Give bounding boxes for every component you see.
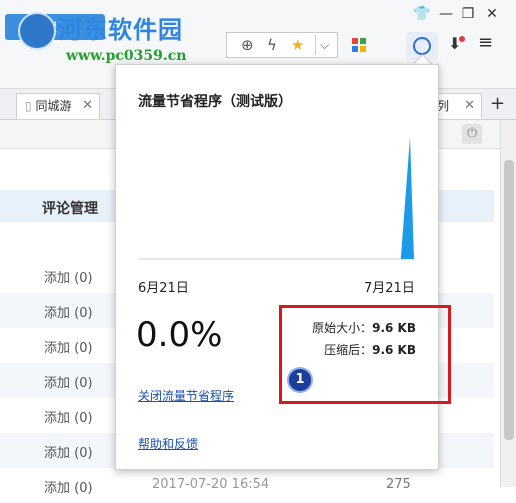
address-divider	[315, 35, 316, 55]
annotation-badge: 1	[289, 369, 311, 391]
column-header-label: 评论管理	[42, 201, 98, 217]
tab-tongchengyou[interactable]: ▯ 同城游 ✕	[16, 93, 100, 119]
table-row: 添加 (0) 2017-07-20 16:54 275	[0, 468, 494, 503]
power-icon[interactable]: ⏻	[462, 124, 482, 144]
apps-icon[interactable]	[352, 38, 366, 52]
data-saver-popup: 流量节省程序（测试版） 6月21日 7月21日 0.0% 原始大小：9.6 KB…	[115, 64, 439, 470]
tab-close-icon[interactable]: ✕	[82, 94, 93, 118]
chart-area-series	[318, 137, 414, 259]
scrollbar[interactable]	[500, 120, 516, 487]
menu-icon[interactable]: ≡	[478, 32, 493, 53]
watermark-logo	[18, 12, 56, 50]
chart-end-date: 7月21日	[364, 281, 415, 296]
usage-chart	[138, 137, 414, 260]
row-date: 2017-07-20 16:54	[152, 477, 270, 492]
add-comment-link[interactable]: 添加 (0)	[44, 407, 93, 426]
add-comment-link[interactable]: 添加 (0)	[44, 267, 93, 286]
chart-start-date: 6月21日	[138, 281, 189, 296]
notification-dot	[459, 36, 465, 42]
add-comment-link[interactable]: 添加 (0)	[44, 372, 93, 391]
add-comment-link[interactable]: 添加 (0)	[44, 302, 93, 321]
traffic-saver-ring	[413, 37, 431, 55]
dropdown-icon[interactable]: ⌵	[320, 38, 329, 53]
watermark-title: 河东软件园	[58, 16, 183, 44]
close-icon[interactable]: ✕	[482, 6, 502, 22]
tab-close-icon[interactable]: ✕	[464, 94, 475, 118]
minimize-icon[interactable]: —	[436, 6, 456, 22]
zoom-icon[interactable]: ⊕	[241, 36, 254, 54]
popup-title: 流量节省程序（测试版）	[138, 94, 292, 110]
address-bar[interactable]: ⊕ ϟ ★ ⌵	[226, 32, 338, 58]
lightning-icon[interactable]: ϟ	[267, 36, 277, 54]
row-count: 275	[386, 477, 411, 492]
disable-data-saver-link[interactable]: 关闭流量节省程序	[138, 387, 234, 404]
scrollbar-thumb[interactable]	[504, 160, 514, 440]
restore-icon[interactable]: ❐	[458, 6, 478, 22]
star-icon[interactable]: ★	[291, 36, 304, 54]
add-comment-link[interactable]: 添加 (0)	[44, 337, 93, 356]
saving-percent: 0.0%	[136, 315, 223, 355]
shirt-icon[interactable]: 👕	[412, 6, 432, 22]
tab-label: 同城游	[35, 99, 72, 113]
watermark-url: www.pc0359.cn	[66, 48, 187, 64]
add-comment-link[interactable]: 添加 (0)	[44, 442, 93, 461]
page-icon: ▯	[25, 99, 32, 113]
new-tab-button[interactable]: +	[490, 93, 505, 114]
help-feedback-link[interactable]: 帮助和反馈	[138, 435, 198, 452]
